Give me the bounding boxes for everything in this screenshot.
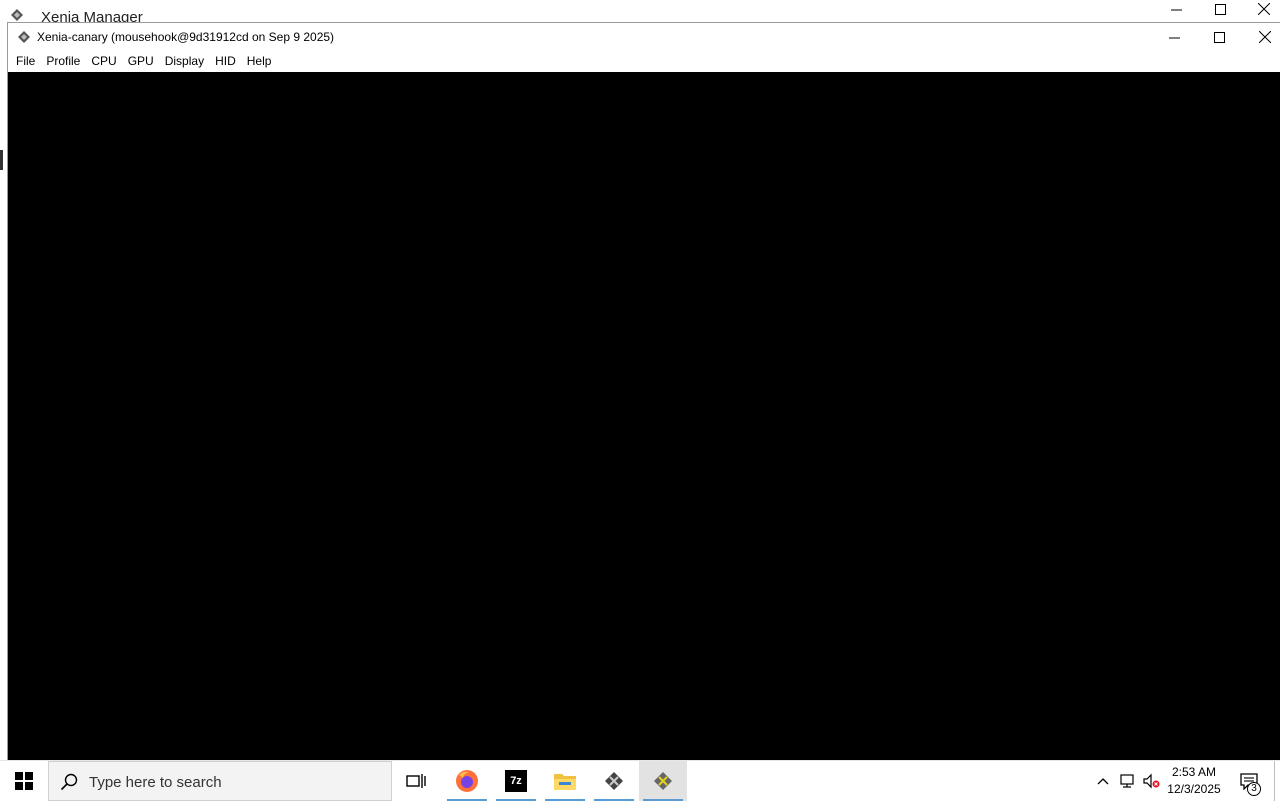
close-icon (1258, 31, 1271, 43)
xenia-icon (605, 772, 623, 790)
menu-hid[interactable]: HID (209, 51, 241, 72)
minimize-icon (1170, 9, 1182, 10)
window-edge (0, 150, 3, 170)
minimize-icon (1169, 37, 1180, 38)
maximize-button[interactable] (1198, 0, 1242, 18)
close-icon (1258, 3, 1270, 15)
xenia-manager-button[interactable] (590, 761, 638, 801)
clock-date: 12/3/2025 (1167, 782, 1221, 796)
folder-icon (554, 774, 576, 790)
file-explorer-button[interactable] (541, 761, 589, 801)
maximize-button[interactable] (1197, 23, 1242, 51)
maximize-icon (1214, 31, 1225, 43)
search-box[interactable]: Type here to search (48, 761, 392, 801)
volume-muted-icon (1143, 773, 1160, 789)
notification-count-badge: 3 (1247, 782, 1261, 796)
menu-help[interactable]: Help (241, 51, 277, 72)
menu-file[interactable]: File (10, 51, 40, 72)
firefox-button[interactable] (443, 761, 491, 801)
firefox-icon (456, 770, 478, 792)
minimize-button[interactable] (1154, 0, 1198, 18)
chevron-up-icon (1097, 778, 1109, 785)
window-title: Xenia-canary (mousehook@9d31912cd on Sep… (37, 30, 335, 44)
xenia-icon (11, 9, 23, 21)
task-view-icon (406, 774, 426, 788)
menu-display[interactable]: Display (159, 51, 209, 72)
minimize-button[interactable] (1152, 23, 1197, 51)
search-icon (60, 773, 78, 791)
network-icon (1120, 774, 1134, 788)
clock-time: 2:53 AM (1171, 765, 1217, 779)
clock[interactable]: 2:53 AM 12/3/2025 (1166, 764, 1222, 798)
menu-gpu[interactable]: GPU (122, 51, 159, 72)
search-placeholder: Type here to search (89, 774, 222, 791)
task-view-button[interactable] (392, 761, 440, 801)
start-button[interactable] (0, 761, 48, 801)
menu-bar: File Profile CPU GPU Display HID Help (8, 51, 1280, 72)
show-desktop-button[interactable] (1274, 761, 1275, 801)
xenia-manager-title: Xenia Manager (41, 9, 143, 22)
xenia-icon (18, 31, 30, 43)
xenia-canary-titlebar[interactable]: Xenia-canary (mousehook@9d31912cd on Sep… (8, 23, 1280, 51)
show-hidden-icons-button[interactable] (1094, 761, 1112, 801)
xenia-manager-titlebar[interactable]: Xenia Manager (0, 0, 1280, 22)
maximize-icon (1214, 3, 1226, 15)
network-button[interactable] (1116, 761, 1138, 801)
menu-cpu[interactable]: CPU (85, 51, 121, 72)
close-button[interactable] (1242, 23, 1280, 51)
xenia-canary-window: Xenia-canary (mousehook@9d31912cd on Sep… (7, 22, 1280, 761)
taskbar: Type here to search 7z 2:53 AM 12/3/2025… (0, 760, 1280, 801)
xenia-canary-button[interactable] (639, 761, 687, 801)
volume-button[interactable] (1140, 761, 1162, 801)
emulator-viewport[interactable] (8, 72, 1280, 761)
close-button[interactable] (1242, 0, 1280, 18)
windows-icon (15, 772, 33, 790)
7zip-icon: 7z (505, 770, 527, 792)
action-center-button[interactable] (1232, 761, 1266, 801)
xenia-canary-icon (654, 772, 672, 790)
7zip-button[interactable]: 7z (492, 761, 540, 801)
menu-profile[interactable]: Profile (40, 51, 85, 72)
